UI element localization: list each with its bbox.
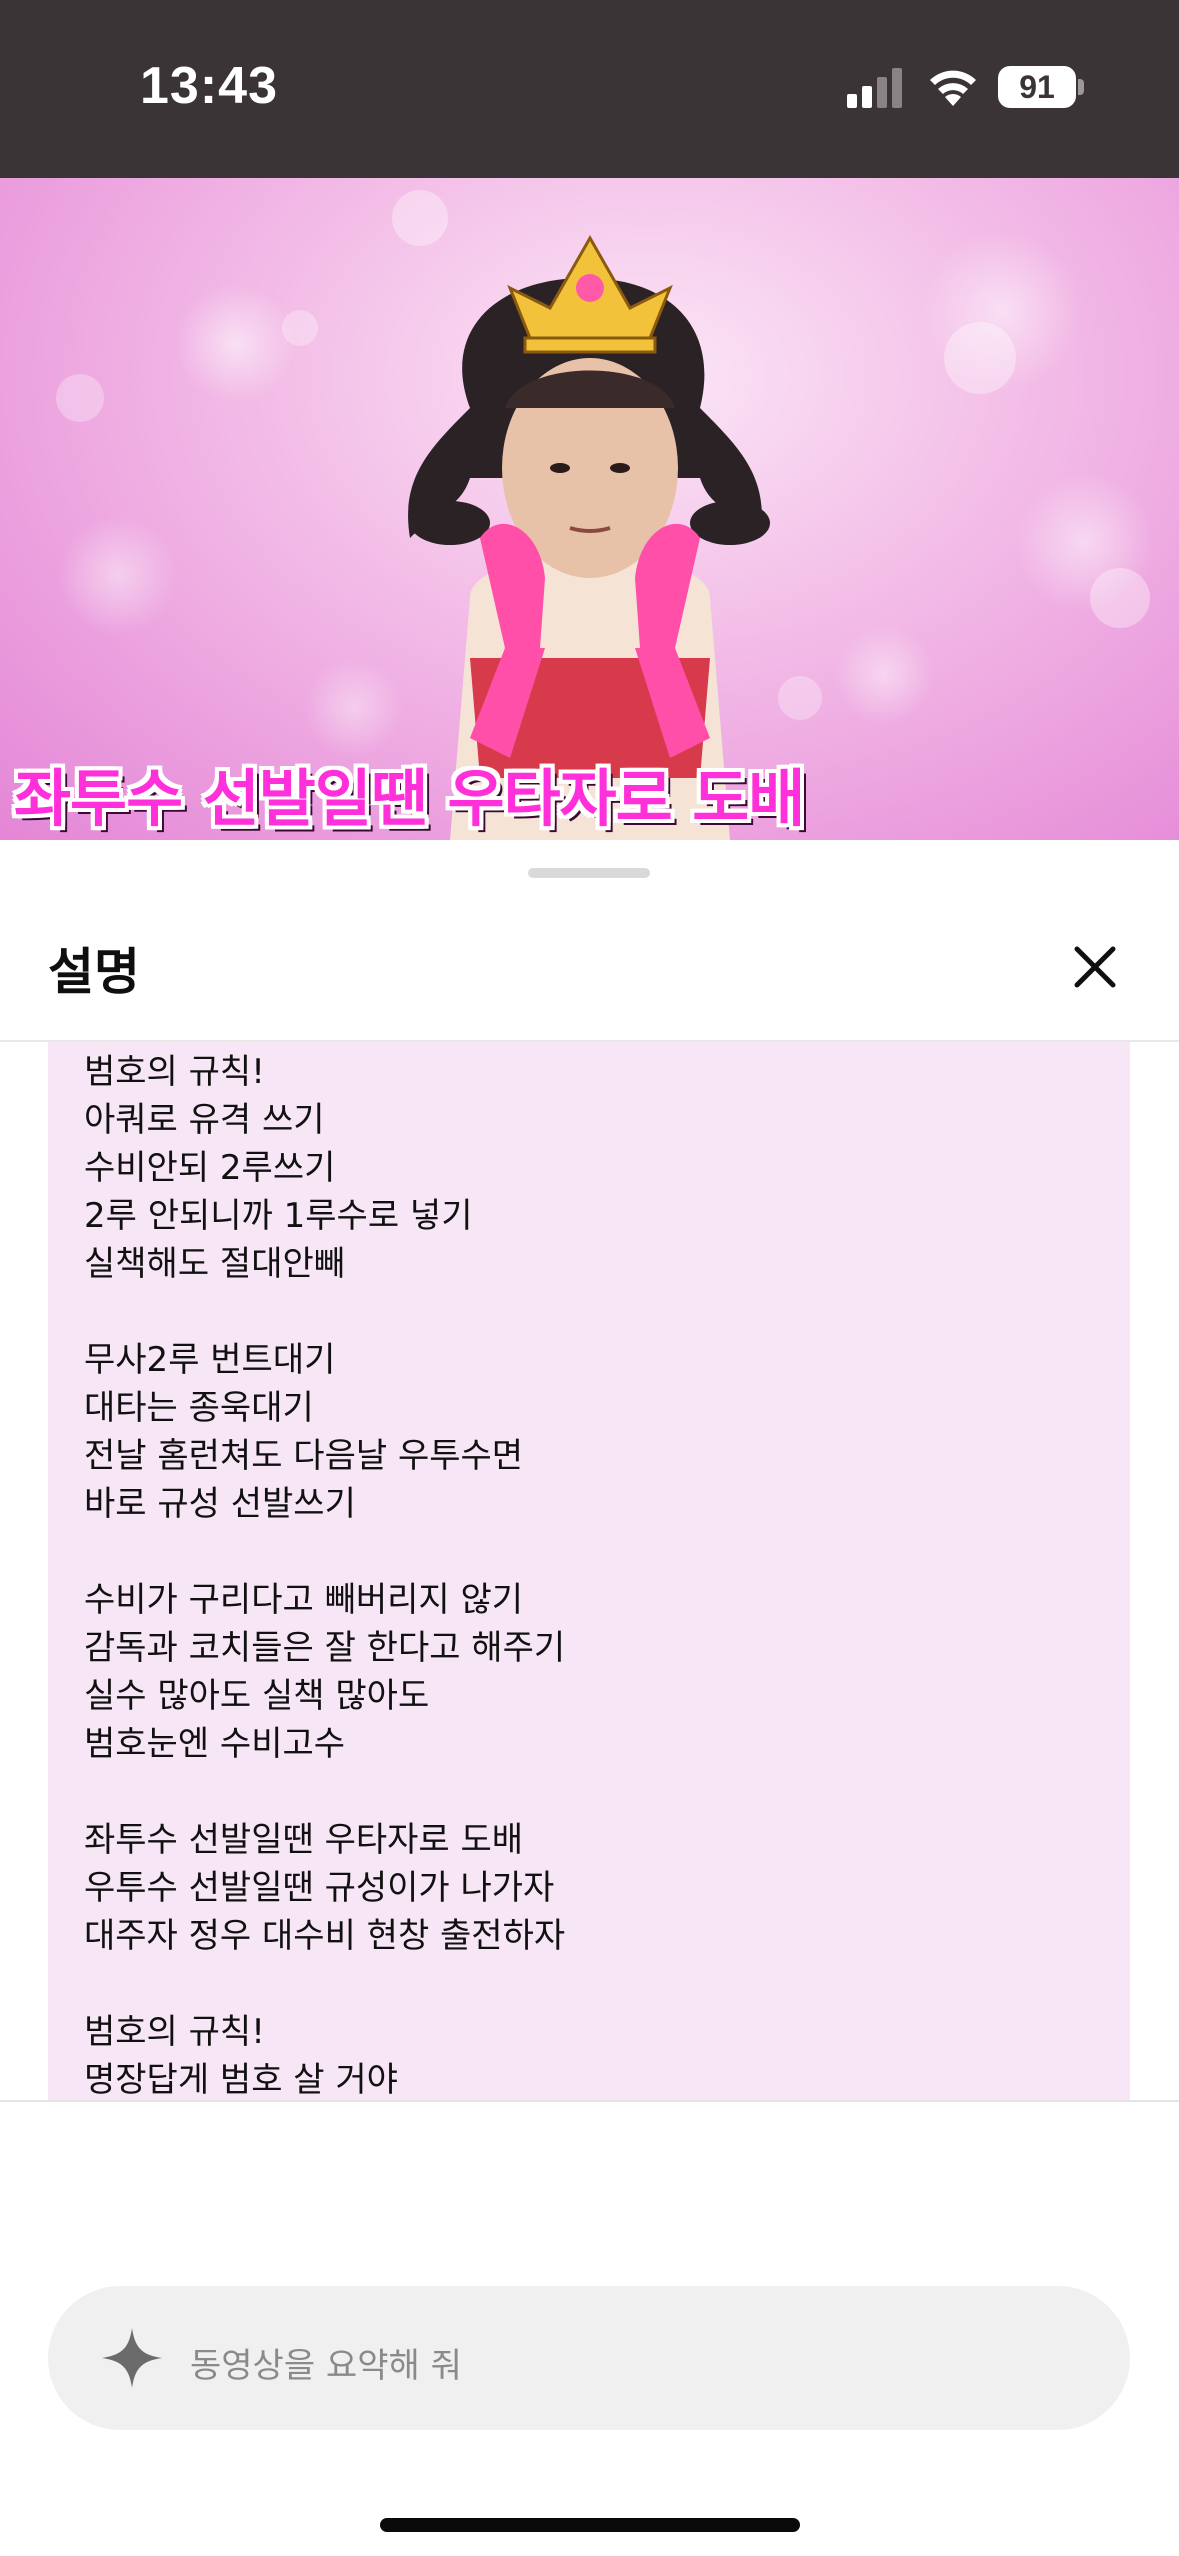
description-text: 범호의 규칙! 아쿼로 유격 쓰기수비안되 2루쓰기 2루 안되니까 1루수로 넣기… (84, 1048, 565, 2100)
description-blank-line (84, 1768, 565, 1816)
description-line: 바로 규성 선발쓰기 (84, 1484, 356, 1524)
description-line: 수비가 구리다고 빼버리지 않기 (84, 1580, 524, 1620)
home-indicator[interactable] (380, 2518, 800, 2532)
description-line: 범호의 규칙! (84, 2012, 265, 2052)
description-blank-line (84, 1528, 565, 1576)
description-line: 범호눈엔 수비고수 (84, 1724, 346, 1764)
description-line: 실책해도 절대안빼 (84, 1244, 346, 1284)
sheet-title: 설명 (48, 943, 140, 1001)
cellular-signal-icon (847, 68, 902, 108)
status-bar: 13:43 91 (0, 0, 1179, 178)
description-line: 범호의 규칙! (84, 1052, 265, 1092)
battery-level: 91 (1019, 68, 1055, 105)
description-blank-line (84, 1960, 565, 2008)
close-button[interactable] (1060, 932, 1130, 1002)
close-icon (1074, 946, 1116, 988)
video-caption: 좌투수 선발일땐 우타자로 도배 (14, 762, 805, 835)
description-line: 감독과 코치들은 잘 한다고 해주기 (84, 1628, 566, 1668)
description-line: 대주자 정우 대수비 현창 출전하자 (84, 1916, 566, 1956)
description-line: 대타는 종욱대기 (84, 1388, 314, 1428)
description-line: 실수 많아도 실책 많아도 (84, 1676, 430, 1716)
description-line: 우투수 선발일땐 규성이가 나가자 (84, 1868, 555, 1908)
ask-placeholder: 동영상을 요약해 줘 (190, 2346, 462, 2386)
description-line: 전날 홈런쳐도 다음날 우투수면 (84, 1436, 524, 1476)
description-scroll-area[interactable]: 범호의 규칙! 아쿼로 유격 쓰기수비안되 2루쓰기 2루 안되니까 1루수로 넣기… (0, 1042, 1179, 2100)
video-player[interactable]: 좌투수 선발일땐 우타자로 도배 (0, 178, 1179, 840)
wifi-icon (930, 70, 976, 106)
description-blank-line (84, 1288, 565, 1336)
status-time: 13:43 (140, 57, 278, 115)
description-line: 수비안되 2루쓰기 (84, 1148, 336, 1188)
battery-indicator: 91 (998, 66, 1076, 108)
video-thumbnail-illustration (56, 190, 1150, 840)
battery-tip (1078, 79, 1084, 95)
description-box: 범호의 규칙! 아쿼로 유격 쓰기수비안되 2루쓰기 2루 안되니까 1루수로 넣기… (48, 1042, 1130, 2100)
ask-summary-bar[interactable]: 동영상을 요약해 줘 (48, 2286, 1130, 2430)
description-bottom-divider (0, 2100, 1179, 2102)
description-line: 2루 안되니까 1루수로 넣기 (84, 1196, 473, 1236)
description-line: 좌투수 선발일땐 우타자로 도배 (84, 1820, 524, 1860)
sheet-drag-handle[interactable] (528, 868, 650, 878)
sparkle-icon (102, 2328, 162, 2388)
description-line: 아쿼로 유격 쓰기 (84, 1100, 325, 1140)
description-line: 명장답게 범호 살 거야 (84, 2060, 398, 2100)
description-line: 무사2루 번트대기 (84, 1340, 336, 1380)
